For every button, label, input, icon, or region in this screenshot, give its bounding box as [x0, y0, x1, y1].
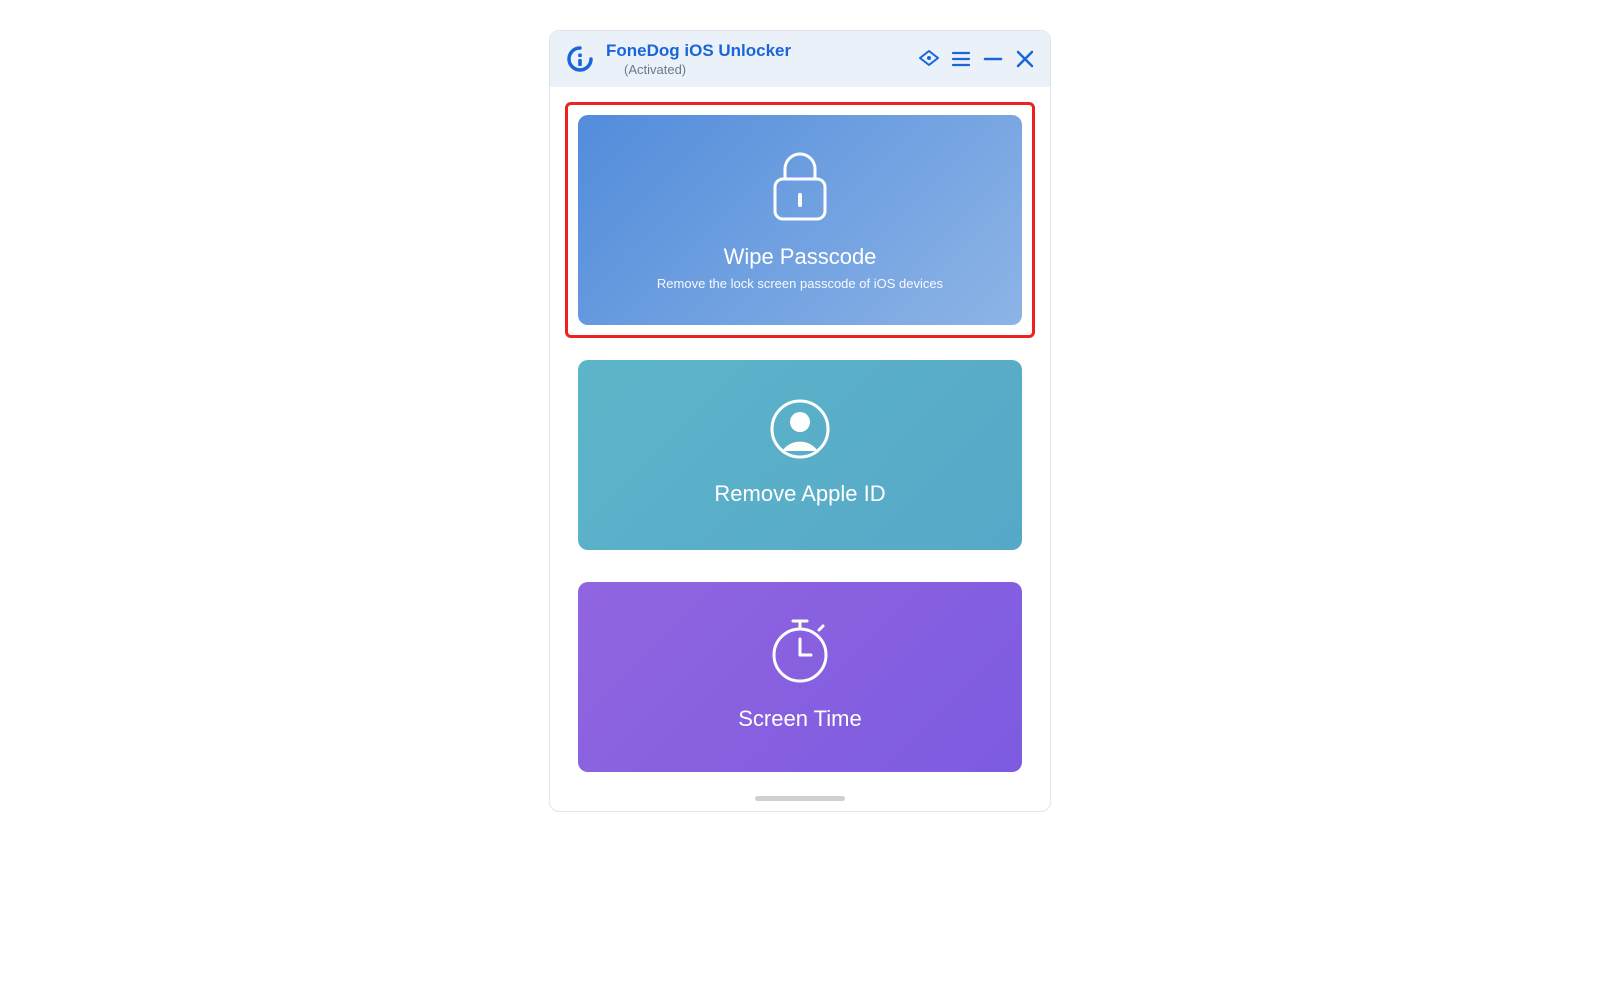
user-icon [769, 398, 831, 465]
remove-apple-id-title: Remove Apple ID [714, 481, 885, 507]
lock-icon [767, 149, 833, 228]
bottom-handle[interactable] [755, 796, 845, 801]
menu-icon[interactable] [950, 48, 972, 70]
screen-time-card[interactable]: Screen Time [578, 582, 1022, 772]
close-icon[interactable] [1014, 48, 1036, 70]
highlight-annotation: Wipe Passcode Remove the lock screen pas… [565, 102, 1035, 338]
remove-apple-id-card[interactable]: Remove Apple ID [578, 360, 1022, 550]
app-subtitle: (Activated) [624, 62, 918, 78]
app-title: FoneDog iOS Unlocker [606, 41, 918, 61]
feedback-icon[interactable] [918, 48, 940, 70]
title-text-block: FoneDog iOS Unlocker (Activated) [606, 41, 918, 78]
app-logo [564, 43, 596, 75]
app-window: FoneDog iOS Unlocker (Activated) [549, 30, 1051, 812]
wipe-passcode-subtitle: Remove the lock screen passcode of iOS d… [657, 276, 943, 291]
wipe-passcode-title: Wipe Passcode [724, 244, 877, 270]
title-bar: FoneDog iOS Unlocker (Activated) [550, 31, 1050, 87]
bottom-bar [550, 782, 1050, 811]
content-area: Wipe Passcode Remove the lock screen pas… [550, 87, 1050, 782]
minimize-icon[interactable] [982, 48, 1004, 70]
screen-time-title: Screen Time [738, 706, 862, 732]
wipe-passcode-card[interactable]: Wipe Passcode Remove the lock screen pas… [578, 115, 1022, 325]
stopwatch-icon [769, 617, 831, 690]
title-controls [918, 48, 1036, 70]
